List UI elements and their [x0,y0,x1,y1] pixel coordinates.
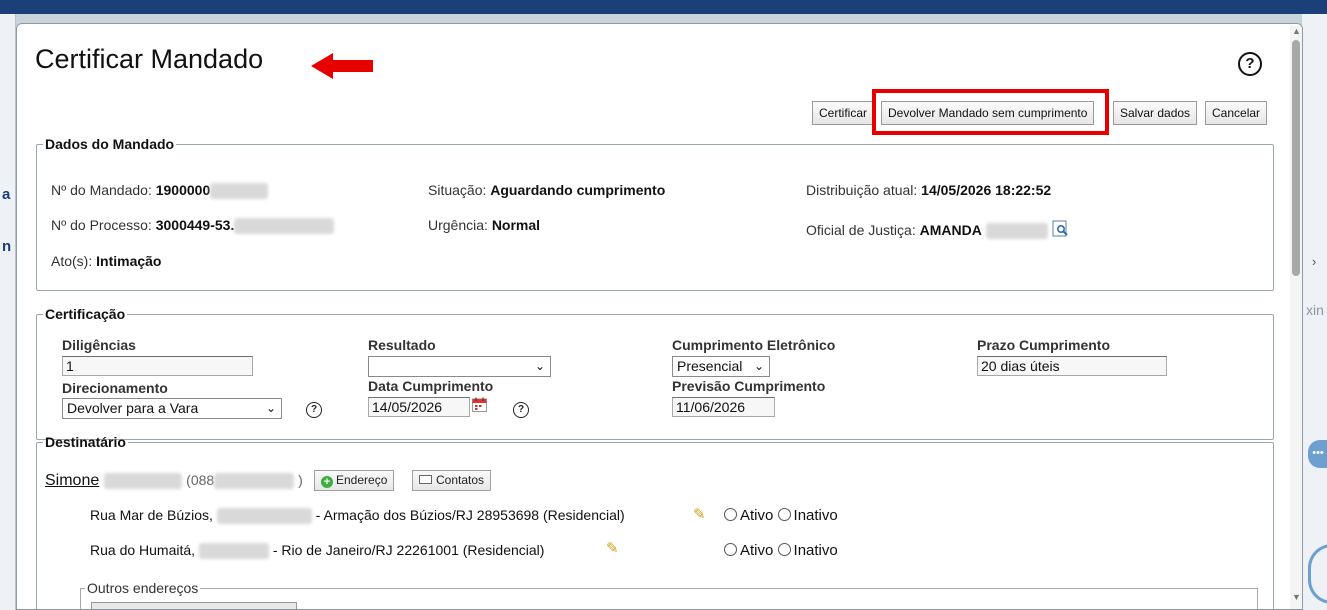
chevron-down-icon: ⌄ [534,359,545,373]
direcionamento-select[interactable]: Devolver para a Vara ⌄ [62,398,282,419]
pencil-icon[interactable]: ✎ [606,539,619,557]
redacted-text [198,543,269,560]
redacted-text [210,183,269,200]
mail-icon [419,475,432,484]
diligencias-input[interactable]: 1 [62,356,253,376]
app-header-bar [0,0,1327,14]
salvar-dados-button[interactable]: Salvar dados [1113,101,1198,125]
data-cumprimento-help-icon[interactable]: ? [513,402,529,418]
redacted-text [985,223,1048,240]
situacao: Situação: Aguardando cumprimento [428,182,666,198]
destinatario-document: (088 ) [186,472,303,490]
section-legend: Outros endereços [87,580,199,596]
cumprimento-eletronico-label: Cumprimento Eletrônico [672,337,836,353]
numero-processo: Nº do Processo: 3000449-53. [51,217,335,235]
radio-circle [724,508,737,521]
ativo-radio[interactable]: Ativo [724,542,773,559]
chevron-right-icon[interactable]: › [1312,254,1316,269]
background-round-shape [1308,544,1327,604]
section-legend: Dados do Mandado [45,136,175,152]
numero-mandado: Nº do Mandado: 1900000 [51,182,269,200]
outros-enderecos-section: Outros endereços [80,580,1258,609]
redacted-text [103,472,182,489]
background-text-fragment: a [2,186,11,203]
destinatario-name-link[interactable]: Simone [45,472,99,489]
cumprimento-eletronico-select[interactable]: Presencial ⌄ [672,356,770,377]
more-options-icon[interactable]: ••• [1308,440,1327,468]
dados-do-mandado-section: Dados do Mandado Nº do Mandado: 1900000 … [36,136,1274,291]
background-right-panel: › xin ••• [1302,14,1327,610]
mostrar-enderecos-button[interactable] [91,602,297,609]
scroll-up-icon[interactable]: ▲ [1292,26,1301,36]
address-status-radios: Ativo Inativo [724,507,838,524]
chevron-down-icon: ⌄ [753,359,764,373]
diligencias-label: Diligências [62,337,136,353]
radio-circle [724,543,737,556]
redacted-text [214,473,295,490]
ativo-radio[interactable]: Ativo [724,507,773,524]
address-status-radios: Ativo Inativo [724,542,838,559]
distribuicao-atual: Distribuição atual: 14/05/2026 18:22:52 [806,182,1052,198]
inativo-radio[interactable]: Inativo [777,542,838,559]
resultado-select[interactable]: ⌄ [368,356,551,377]
scrollbar-thumb[interactable] [1292,40,1300,276]
data-cumprimento-input[interactable]: 14/05/2026 [368,397,470,417]
radio-circle [777,508,791,521]
contatos-button[interactable]: Contatos [412,470,492,491]
certificacao-section: Certificação Diligências 1 Resultado ⌄ C… [36,306,1274,440]
address-row: Rua Mar de Búzios, - Armação dos Búzios/… [90,507,625,525]
arrow-left-icon [311,53,373,79]
magnifier-icon[interactable] [1052,220,1069,237]
radio-circle [777,543,791,556]
prazo-cumprimento-input[interactable]: 20 dias úteis [977,356,1167,376]
background-left-panel: a n [0,14,16,610]
atos: Ato(s): Intimação [51,253,162,269]
destinatario-line: Simone (088 ) [45,472,303,490]
oficial-de-justica: Oficial de Justiça: AMANDA [806,220,1069,240]
endereco-button[interactable]: + Endereço [314,470,395,491]
inativo-radio[interactable]: Inativo [777,507,838,524]
pencil-icon[interactable]: ✎ [693,505,706,523]
prazo-cumprimento-label: Prazo Cumprimento [977,337,1111,353]
calendar-icon[interactable] [472,397,487,412]
certificar-mandado-dialog: Certificar Mandado ? Certificar Devolver… [16,23,1303,610]
direcionamento-help-icon[interactable]: ? [306,402,322,418]
previsao-cumprimento-label: Previsão Cumprimento [672,378,826,394]
resultado-label: Resultado [368,337,436,353]
direcionamento-label: Direcionamento [62,380,168,396]
redacted-text [234,218,335,235]
chevron-down-icon: ⌄ [265,401,276,415]
background-text-fragment: xin [1306,302,1324,318]
add-icon: + [321,476,333,488]
scroll-down-icon[interactable]: ▼ [1292,592,1301,602]
annotation-highlight-box [872,89,1109,135]
previsao-cumprimento-input[interactable]: 11/06/2026 [672,397,775,417]
redacted-text [216,508,312,525]
help-icon[interactable]: ? [1238,52,1262,76]
background-text-fragment: n [2,238,12,255]
dialog-title: Certificar Mandado [35,44,264,74]
section-legend: Certificação [45,306,126,322]
address-row: Rua do Humaitá, - Rio de Janeiro/RJ 2226… [90,542,545,560]
urgencia: Urgência: Normal [428,217,541,233]
data-cumprimento-label: Data Cumprimento [368,378,494,394]
section-legend: Destinatário [45,434,126,450]
certificar-button[interactable]: Certificar [812,101,875,125]
cancelar-button[interactable]: Cancelar [1205,101,1268,125]
dialog-scrollbar[interactable]: ▲ ▼ [1290,26,1302,609]
